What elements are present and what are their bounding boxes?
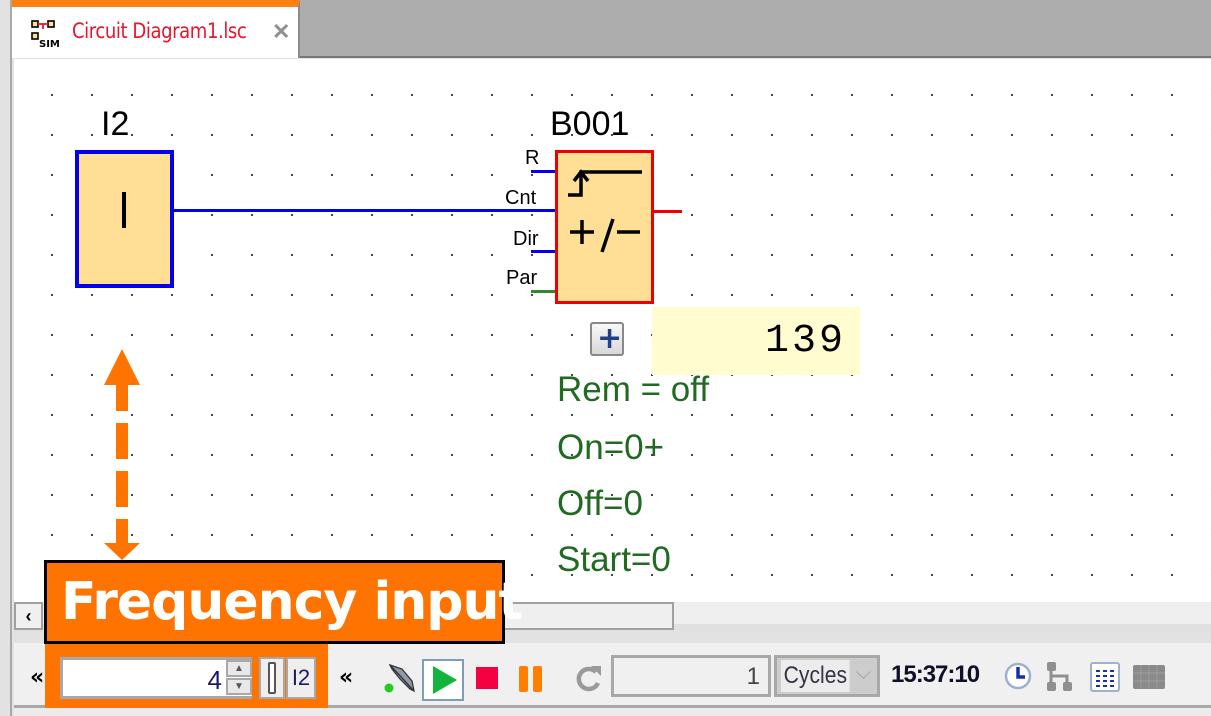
scroll-left-button[interactable]: ‹: [14, 602, 43, 630]
pin-label-r: R: [525, 147, 540, 169]
pin-label-dir: Dir: [513, 228, 539, 250]
tab-bar: SIM Circuit Diagram1.lsc ✕: [12, 0, 1211, 58]
simulation-time: 15:37:10: [891, 661, 980, 688]
diagram-canvas[interactable]: I2 R Cnt Dir Par B001 + 139 Rem = off On…: [14, 59, 1211, 602]
spin-down-button[interactable]: ▼: [226, 678, 252, 695]
simulation-toolbar: « 4 ▲ ▼ I2 « 1 Cycles ⌵ 15:37:10: [14, 643, 1211, 716]
input-symbol: [122, 192, 126, 228]
clock-icon[interactable]: [1003, 661, 1033, 691]
counter-block-b001[interactable]: [555, 150, 654, 304]
close-icon[interactable]: ✕: [272, 19, 290, 45]
frequency-input-field[interactable]: 4 ▲ ▼: [60, 657, 252, 699]
frequency-input-annotation: Frequency input: [44, 560, 523, 644]
output-wire: [654, 210, 682, 213]
simulation-connect-icon[interactable]: [382, 661, 418, 695]
slider-handle[interactable]: [268, 662, 276, 694]
counter-block-label: B001: [550, 105, 630, 143]
cycles-unit-dropdown[interactable]: Cycles ⌵: [774, 655, 880, 697]
pin-label-par: Par: [506, 267, 538, 289]
spin-up-button[interactable]: ▲: [226, 660, 252, 677]
param-on: On=0+: [557, 428, 665, 467]
param-off: Off=0: [557, 484, 643, 523]
tab-title: Circuit Diagram1.lsc: [72, 19, 247, 43]
double-arrow-icon: [104, 349, 140, 560]
circuit-sim-icon: SIM: [31, 20, 60, 50]
status-strip: [14, 708, 1211, 716]
panel-grid-icon[interactable]: [1133, 665, 1165, 689]
pause-simulation-button[interactable]: [519, 666, 543, 692]
counter-value: 139: [764, 319, 846, 364]
tab-circuit-diagram[interactable]: SIM Circuit Diagram1.lsc ✕: [12, 0, 300, 58]
data-table-icon[interactable]: [1090, 662, 1120, 692]
cycles-count-value: 1: [746, 663, 760, 690]
frequency-slider[interactable]: [259, 657, 285, 699]
stop-simulation-button[interactable]: [476, 667, 498, 689]
frequency-input-highlight: 4 ▲ ▼ I2: [45, 643, 328, 716]
counter-value-display: 139: [652, 307, 860, 375]
play-icon: [433, 666, 457, 694]
left-frame: [0, 0, 12, 716]
chevron-down-icon: ⌵: [855, 662, 871, 684]
pin-par-stub: [531, 290, 557, 293]
network-topology-icon[interactable]: [1045, 660, 1075, 694]
reset-cycles-icon[interactable]: [574, 663, 604, 693]
input-block-label: I2: [101, 105, 130, 143]
input-tag-i2: I2: [286, 657, 316, 699]
cycles-unit-label: Cycles: [781, 660, 850, 692]
wire-i2-to-cnt: [174, 209, 557, 212]
logo-soft-comfort-window: SIM Circuit Diagram1.lsc ✕ I2 R Cnt Dir …: [0, 0, 1211, 716]
param-start: Start=0: [557, 540, 671, 579]
frequency-value: 4: [207, 665, 222, 695]
up-down-counter-symbol-icon: [568, 169, 642, 253]
pin-label-cnt: Cnt: [505, 187, 537, 209]
start-simulation-button[interactable]: [422, 659, 464, 701]
collapse-left-button[interactable]: «: [30, 665, 44, 690]
collapse-mid-button[interactable]: «: [339, 665, 353, 690]
cycles-count-input[interactable]: 1: [611, 655, 771, 697]
pin-r-stub: [531, 170, 557, 173]
plus-icon: +: [597, 321, 623, 356]
svg-text:SIM: SIM: [39, 39, 60, 50]
input-block-i2[interactable]: [75, 150, 174, 288]
expand-parameters-button[interactable]: +: [590, 321, 624, 356]
param-rem: Rem = off: [557, 370, 710, 409]
